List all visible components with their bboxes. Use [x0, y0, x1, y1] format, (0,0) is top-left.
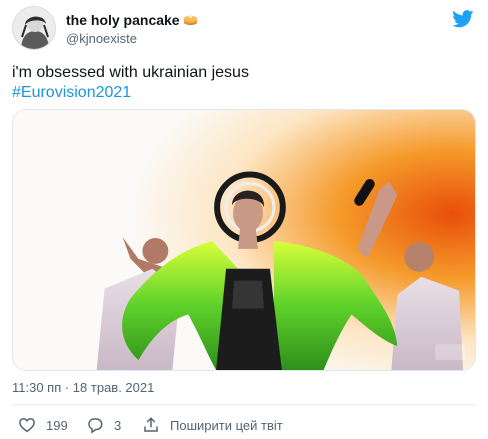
- twitter-bird-icon[interactable]: [452, 10, 474, 28]
- author-display-name[interactable]: the holy pancake: [66, 12, 180, 28]
- tweet-actions: 199 3 Поширити цей твіт: [12, 414, 476, 436]
- author-name-line[interactable]: the holy pancake: [66, 12, 198, 28]
- tweet-hashtag[interactable]: #Eurovision2021: [12, 84, 131, 102]
- like-button[interactable]: 199: [18, 414, 68, 436]
- tweet-header: the holy pancake @kjnoexiste: [12, 6, 478, 50]
- tweet-card: the holy pancake @kjnoexiste i'm obsesse…: [0, 0, 488, 439]
- author-handle[interactable]: @kjnoexiste: [66, 31, 137, 46]
- pancake-emoji-icon: [183, 14, 197, 26]
- divider: [12, 404, 476, 405]
- tweet-photo[interactable]: [12, 109, 476, 371]
- reply-button[interactable]: 3: [86, 414, 121, 436]
- heart-icon: [19, 417, 35, 433]
- reply-count: 3: [114, 417, 122, 433]
- share-icon: [144, 417, 158, 432]
- tweet-text: i'm obsessed with ukrainian jesus: [12, 64, 249, 81]
- share-label: Поширити цей твіт: [170, 417, 283, 433]
- share-button[interactable]: Поширити цей твіт: [142, 414, 283, 436]
- like-count: 199: [46, 417, 68, 433]
- tweet-timestamp[interactable]: 11:30 пп · 18 трав. 2021: [12, 380, 154, 395]
- reply-bubble-icon: [88, 418, 103, 434]
- avatar[interactable]: [12, 6, 56, 50]
